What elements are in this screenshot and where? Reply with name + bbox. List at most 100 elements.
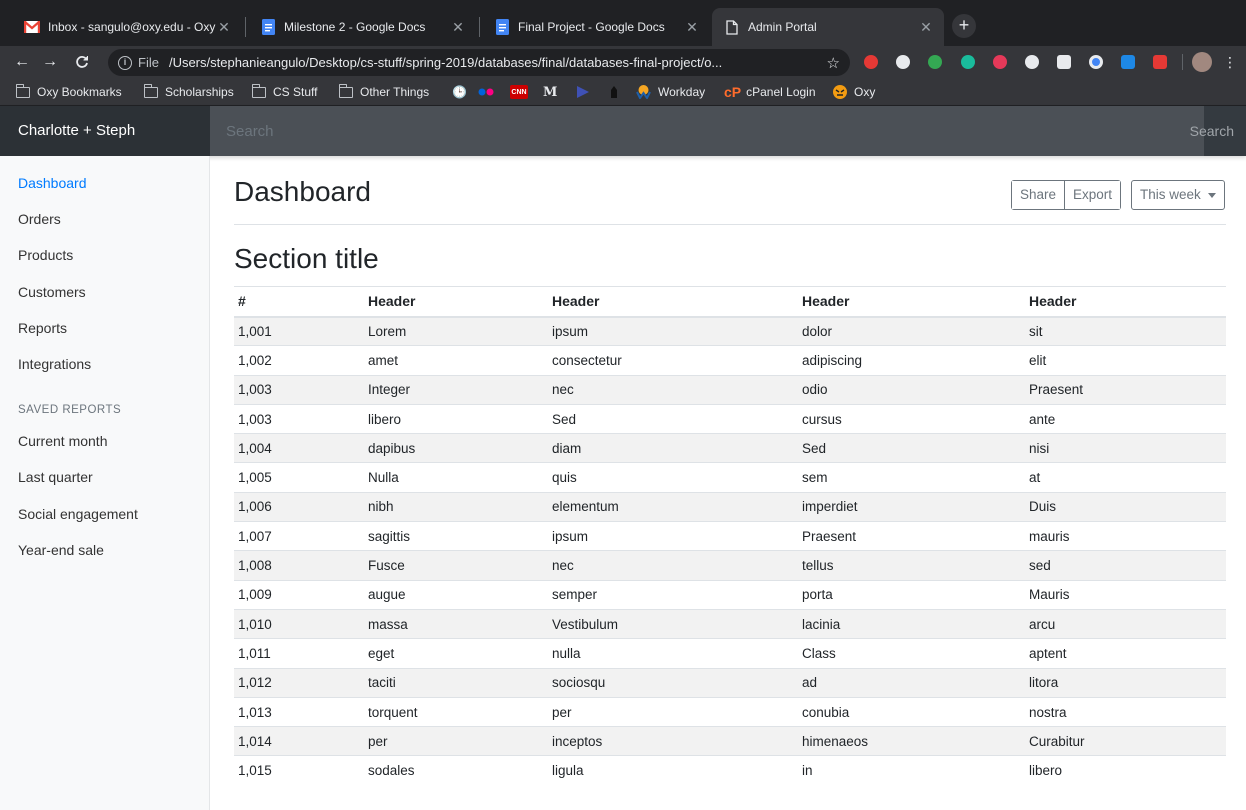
sidebar-item-products[interactable]: Products [18, 247, 73, 263]
search-link[interactable]: Search [1190, 106, 1234, 156]
sidebar-item-last-quarter[interactable]: Last quarter [18, 469, 93, 485]
cnn-icon[interactable]: CNN [510, 85, 528, 99]
bookmark-star-icon[interactable]: ☆ [827, 54, 840, 72]
bookmark-cpanel-login[interactable]: cP cPanel Login [724, 84, 816, 100]
info-icon[interactable]: i [118, 55, 132, 70]
table-cell: eget [364, 638, 548, 669]
column-header[interactable]: Header [548, 286, 798, 318]
table-row[interactable]: 1,007 sagittis ipsum Praesent mauris [234, 521, 1226, 551]
bookmark-label: Scholarships [165, 85, 234, 99]
close-icon[interactable]: ✕ [918, 19, 934, 36]
table-cell: quis [548, 462, 798, 493]
table-row[interactable]: 1,009 augue semper porta Mauris [234, 579, 1226, 610]
table-cell: amet [364, 345, 548, 376]
share-button[interactable]: Share [1012, 181, 1065, 209]
table-cell: inceptos [548, 726, 798, 756]
medium-icon[interactable]: M [543, 84, 557, 100]
extension-icon[interactable] [1089, 55, 1103, 69]
table-row[interactable]: 1,011 eget nulla Class aptent [234, 638, 1226, 669]
sidebar-item-dashboard[interactable]: Dashboard [18, 175, 87, 191]
tab-label: Milestone 2 - Google Docs [284, 20, 426, 34]
bookmark-oxy-bookmarks[interactable]: Oxy Bookmarks [15, 83, 122, 100]
close-icon[interactable]: ✕ [684, 19, 700, 36]
divider [234, 224, 1226, 225]
folder-icon [338, 83, 353, 98]
tab-milestone-2[interactable]: Milestone 2 - Google Docs ✕ [248, 8, 476, 46]
bookmark-label: Other Things [360, 85, 430, 99]
app-navbar: Charlotte + Steph Search [0, 106, 1246, 156]
bookmark-other-things[interactable]: Other Things [338, 83, 430, 100]
bookmark-cs-stuff[interactable]: CS Stuff [251, 83, 317, 100]
adblock-extension-icon[interactable] [864, 55, 878, 69]
hangouts-extension-icon[interactable] [928, 55, 942, 69]
forward-icon[interactable]: → [38, 50, 62, 74]
bookmark-workday[interactable]: Workday [636, 84, 705, 100]
table-row[interactable]: 1,012 taciti sociosqu ad litora [234, 667, 1226, 698]
table-cell: 1,003 [234, 403, 364, 434]
bookmark-oxy[interactable]: Oxy [832, 84, 875, 100]
extension-icon[interactable] [1057, 55, 1071, 69]
address-url[interactable]: /Users/stephanieangulo/Desktop/cs-stuff/… [169, 55, 817, 70]
sidebar-item-reports[interactable]: Reports [18, 320, 67, 336]
menu-icon[interactable]: ⋮ [1218, 50, 1242, 74]
table-row[interactable]: 1,008 Fusce nec tellus sed [234, 550, 1226, 581]
column-header[interactable]: # [234, 286, 364, 318]
extension-icon[interactable] [1025, 55, 1039, 69]
sidebar-item-current-month[interactable]: Current month [18, 433, 107, 449]
flickr-icon[interactable] [478, 84, 494, 100]
table-row[interactable]: 1,015 sodales ligula in libero [234, 755, 1226, 786]
extension-icon[interactable] [1153, 55, 1167, 69]
tab-final-project[interactable]: Final Project - Google Docs ✕ [482, 8, 710, 46]
extension-icon[interactable] [896, 55, 910, 69]
browser-toolbar: ← → i File /Users/stephanieangulo/Deskto… [0, 46, 1246, 78]
tab-admin-portal[interactable]: Admin Portal ✕ [712, 8, 944, 46]
sidebar-item-social-engagement[interactable]: Social engagement [18, 506, 138, 522]
table-row[interactable]: 1,010 massa Vestibulum lacinia arcu [234, 608, 1226, 639]
search-input[interactable] [210, 106, 1204, 156]
column-header[interactable]: Header [798, 286, 1025, 318]
column-header[interactable]: Header [1025, 286, 1226, 318]
extension-icon[interactable] [993, 55, 1007, 69]
bookmark-icon[interactable]: 🕒 [452, 84, 467, 100]
table-row[interactable]: 1,002 amet consectetur adipiscing elit [234, 345, 1226, 376]
table-cell: taciti [364, 667, 548, 698]
sidebar-item-year-end-sale[interactable]: Year-end sale [18, 542, 104, 558]
close-icon[interactable]: ✕ [216, 19, 232, 36]
table-header-row: # Header Header Header Header [234, 286, 1226, 318]
table-row[interactable]: 1,003 Integer nec odio Praesent [234, 374, 1226, 405]
sidebar-item-orders[interactable]: Orders [18, 211, 61, 227]
download-extension-icon[interactable] [1121, 55, 1135, 69]
close-icon[interactable]: ✕ [450, 19, 466, 36]
table-cell: porta [798, 579, 1025, 610]
sidebar-item-integrations[interactable]: Integrations [18, 356, 91, 372]
address-bar[interactable]: i File /Users/stephanieangulo/Desktop/cs… [108, 49, 850, 76]
sidebar-item-customers[interactable]: Customers [18, 284, 86, 300]
table-row[interactable]: 1,004 dapibus diam Sed nisi [234, 433, 1226, 463]
bookmark-icon[interactable] [608, 84, 620, 100]
table-cell: Mauris [1025, 579, 1226, 610]
bookmark-scholarships[interactable]: Scholarships [143, 83, 234, 100]
table-row[interactable]: 1,005 Nulla quis sem at [234, 462, 1226, 493]
main-content: Dashboard Share Export This week Section… [210, 156, 1246, 810]
table-row[interactable]: 1,013 torquent per conubia nostra [234, 696, 1226, 727]
table-row[interactable]: 1,006 nibh elementum imperdiet Duis [234, 491, 1226, 522]
export-button[interactable]: Export [1064, 181, 1121, 209]
profile-avatar[interactable] [1192, 52, 1212, 72]
column-header[interactable]: Header [364, 286, 548, 318]
table-row[interactable]: 1,014 per inceptos himenaeos Curabitur [234, 726, 1226, 756]
disney-icon[interactable] [575, 84, 591, 100]
brand[interactable]: Charlotte + Steph [0, 106, 210, 156]
tab-inbox[interactable]: Inbox - sangulo@oxy.edu - Oxy ✕ [12, 8, 242, 46]
table-row[interactable]: 1,001 Lorem ipsum dolor sit [234, 315, 1226, 346]
table-cell: diam [548, 433, 798, 463]
new-tab-button[interactable]: + [952, 14, 976, 38]
reload-icon[interactable] [70, 50, 94, 74]
table-cell: Fusce [364, 550, 548, 581]
range-dropdown[interactable]: This week [1131, 180, 1225, 210]
extension-icon[interactable] [961, 55, 975, 69]
back-icon[interactable]: ← [10, 50, 34, 74]
table-cell: sociosqu [548, 667, 798, 698]
table-cell: ante [1025, 403, 1226, 434]
table-row[interactable]: 1,003 libero Sed cursus ante [234, 403, 1226, 434]
table-body: 1,001 Lorem ipsum dolor sit 1,002 amet consecte… [234, 315, 1226, 786]
